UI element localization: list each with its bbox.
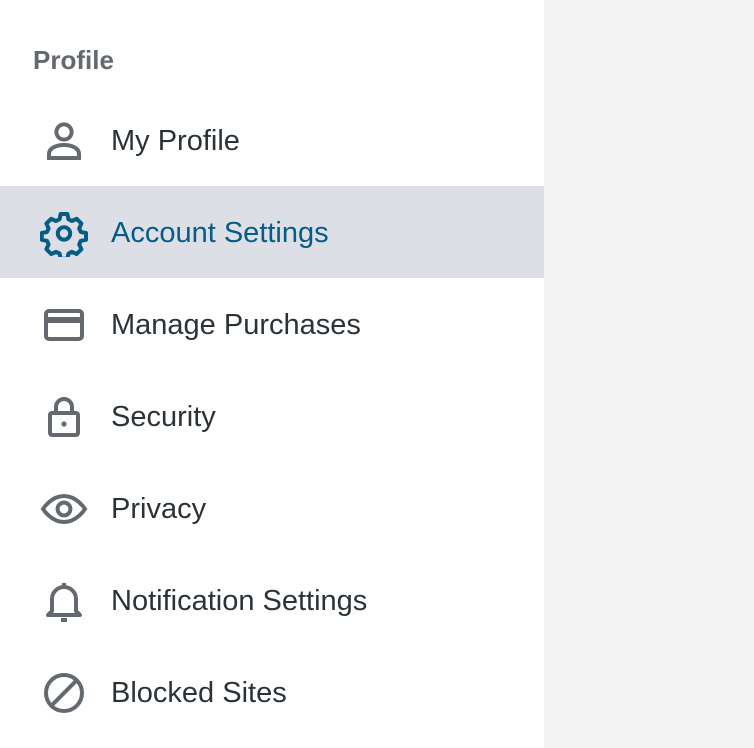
- section-title: Profile: [33, 45, 114, 75]
- sidebar-item-label: Security: [111, 401, 216, 433]
- block-icon: [40, 672, 88, 714]
- user-icon: [40, 120, 88, 162]
- sidebar-item-label: My Profile: [111, 125, 240, 157]
- sidebar-item-account-settings[interactable]: Account Settings: [0, 186, 544, 278]
- sidebar-item-label: Privacy: [111, 493, 207, 525]
- bell-icon: [40, 580, 88, 622]
- sidebar-item-notification-settings[interactable]: Notification Settings: [0, 554, 544, 646]
- main-content: [544, 0, 754, 748]
- sidebar-menu: My Profile Account Settings Manage Purch…: [0, 94, 544, 738]
- eye-icon: [40, 488, 88, 530]
- sidebar-item-my-profile[interactable]: My Profile: [0, 94, 544, 186]
- credit-card-icon: [40, 304, 88, 346]
- sidebar-item-security[interactable]: Security: [0, 370, 544, 462]
- sidebar-item-manage-purchases[interactable]: Manage Purchases: [0, 278, 544, 370]
- sidebar-item-label: Notification Settings: [111, 585, 368, 617]
- sidebar-item-label: Account Settings: [111, 217, 329, 249]
- sidebar: Profile My Profile Account Settings Mana…: [0, 0, 544, 748]
- sidebar-item-blocked-sites[interactable]: Blocked Sites: [0, 646, 544, 738]
- sidebar-item-privacy[interactable]: Privacy: [0, 462, 544, 554]
- gear-icon: [40, 212, 88, 257]
- sidebar-item-label: Blocked Sites: [111, 677, 287, 709]
- sidebar-item-label: Manage Purchases: [111, 309, 361, 341]
- lock-icon: [40, 396, 88, 438]
